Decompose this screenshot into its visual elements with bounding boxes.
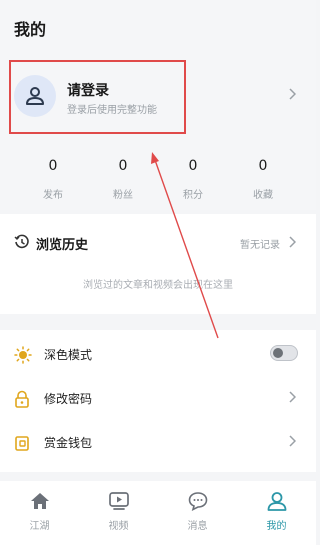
stat-label: 收藏 (253, 190, 273, 201)
chevron-right-icon[interactable] (288, 88, 296, 100)
stat-followers[interactable]: 0 粉丝 (93, 158, 153, 201)
tab-jianghu[interactable]: 江湖 (0, 491, 79, 532)
settings-card: 深色模式 修改密码 赏金钱包 (0, 330, 316, 472)
stat-posts[interactable]: 0 发布 (23, 158, 83, 201)
page-title: 我的 (14, 20, 47, 39)
chevron-right-icon (289, 435, 296, 447)
video-icon (108, 492, 129, 510)
tab-video[interactable]: 视频 (79, 491, 158, 532)
stat-value: 0 (48, 158, 58, 174)
setting-label: 赏金钱包 (44, 436, 93, 450)
stat-value: 0 (118, 158, 128, 174)
history-card: 浏览历史 暂无记录 浏览过的文章和视频会出现在这里 (0, 214, 316, 314)
chevron-right-icon (289, 391, 296, 403)
dark-mode-toggle[interactable] (270, 345, 298, 361)
sun-icon (14, 346, 32, 364)
chevron-right-icon[interactable] (288, 236, 296, 248)
tab-label: 消息 (187, 521, 208, 532)
user-icon (267, 492, 286, 511)
tab-messages[interactable]: 消息 (158, 491, 237, 532)
lock-icon (15, 390, 29, 408)
setting-label: 修改密码 (44, 392, 93, 406)
history-title[interactable]: 浏览历史 (36, 234, 88, 253)
history-empty-text: 浏览过的文章和视频会出现在这里 (83, 280, 233, 291)
toggle-knob (273, 348, 283, 358)
bottom-tab-bar: 江湖 视频 消息 我的 (0, 481, 316, 545)
stat-value: 0 (188, 158, 198, 174)
tab-label: 江湖 (29, 521, 50, 532)
wallet-icon (15, 436, 29, 451)
stat-label: 发布 (43, 190, 63, 201)
home-icon (30, 493, 49, 509)
stat-label: 粉丝 (113, 190, 133, 201)
stat-points[interactable]: 0 积分 (163, 158, 223, 201)
tab-mine[interactable]: 我的 (237, 491, 316, 532)
annotation-highlight-box (9, 60, 186, 134)
setting-wallet[interactable]: 赏金钱包 (0, 420, 316, 464)
stat-value: 0 (258, 158, 268, 174)
stat-label: 积分 (183, 190, 203, 201)
tab-label: 视频 (108, 521, 129, 532)
history-status[interactable]: 暂无记录 (240, 236, 280, 251)
tab-label: 我的 (266, 521, 287, 532)
history-clock-icon (14, 234, 29, 249)
stats-row: 0 发布 0 粉丝 0 积分 0 收藏 (0, 158, 316, 204)
setting-dark-mode[interactable]: 深色模式 (0, 332, 316, 376)
setting-change-password[interactable]: 修改密码 (0, 376, 316, 420)
setting-label: 深色模式 (44, 348, 93, 362)
message-icon (188, 492, 207, 511)
stat-favorites[interactable]: 0 收藏 (233, 158, 293, 201)
